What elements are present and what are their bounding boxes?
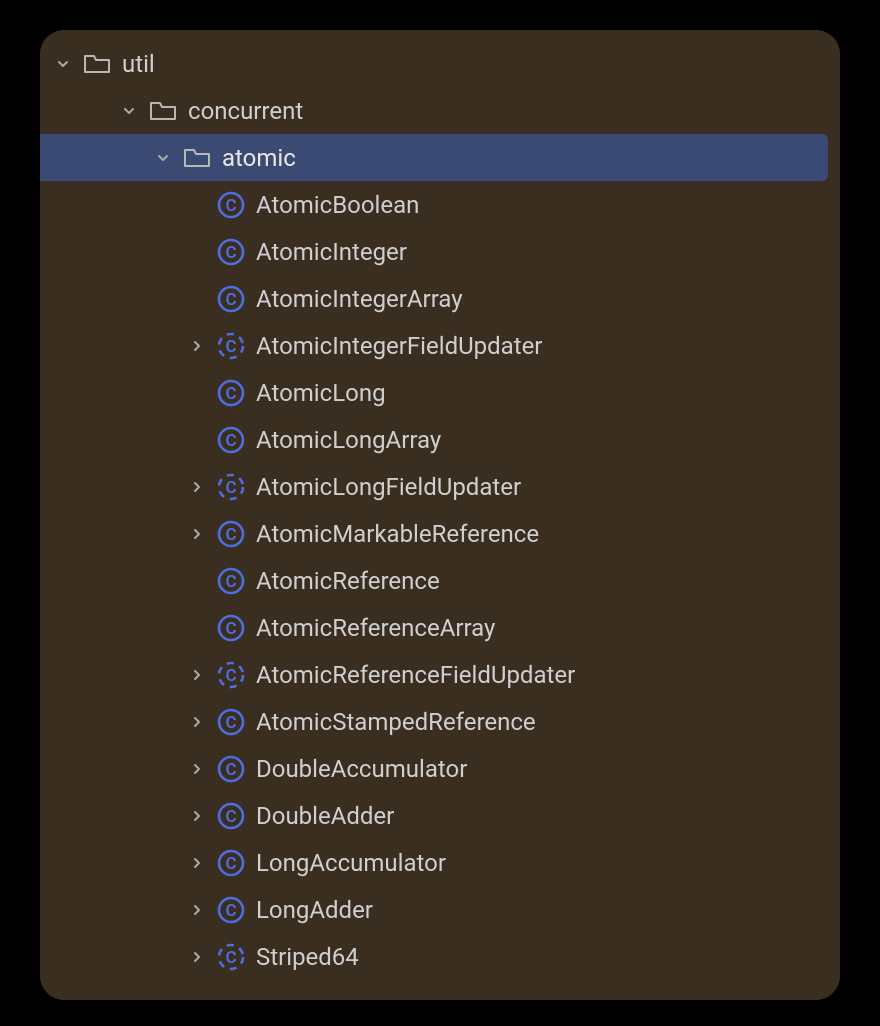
tree-folder-concurrent[interactable]: concurrent [40,87,840,134]
class-icon: C [214,848,248,878]
folder-icon [146,99,180,123]
tree-class-item[interactable]: C AtomicLongArray [40,416,840,463]
svg-text:C: C [225,854,236,874]
tree-item-label: util [122,50,840,78]
chevron-right-icon[interactable] [186,809,208,823]
tree-item-label: AtomicLongFieldUpdater [256,473,840,501]
tree-item-label: AtomicLongArray [256,426,840,454]
svg-text:C: C [225,619,236,639]
class-icon: C [214,707,248,737]
tree-class-item[interactable]: C DoubleAdder [40,792,840,839]
tree-item-label: AtomicBoolean [256,191,840,219]
tree-class-item[interactable]: C AtomicIntegerFieldUpdater [40,322,840,369]
tree-item-label: AtomicLong [256,379,840,407]
class-icon: C [214,801,248,831]
folder-icon [80,52,114,76]
tree-class-item[interactable]: C LongAccumulator [40,839,840,886]
tree-folder-util[interactable]: util [40,40,840,87]
chevron-down-icon[interactable] [118,104,140,118]
tree-class-item[interactable]: C AtomicBoolean [40,181,840,228]
tree-item-label: AtomicStampedReference [256,708,840,736]
tree-item-label: DoubleAccumulator [256,755,840,783]
chevron-right-icon[interactable] [186,480,208,494]
tree-class-item[interactable]: C LongAdder [40,886,840,933]
chevron-right-icon[interactable] [186,856,208,870]
chevron-right-icon[interactable] [186,903,208,917]
tree-class-item[interactable]: C AtomicReferenceArray [40,604,840,651]
class-icon: C [214,566,248,596]
chevron-down-icon[interactable] [152,151,174,165]
tree-item-label: atomic [222,144,828,172]
svg-text:C: C [225,290,236,310]
tree-folder-atomic[interactable]: atomic [40,134,828,181]
tree-class-item[interactable]: C AtomicReferenceFieldUpdater [40,651,840,698]
tree-item-label: LongAdder [256,896,840,924]
tree-class-item[interactable]: C AtomicMarkableReference [40,510,840,557]
chevron-right-icon[interactable] [186,339,208,353]
class-icon: C [214,425,248,455]
tree-item-label: Striped64 [256,943,840,971]
svg-text:C: C [225,572,236,592]
svg-text:C: C [225,713,236,733]
project-tree-panel: util concurrent atomic C AtomicBoolean C At… [40,30,840,1000]
svg-text:C: C [225,760,236,780]
class-icon: C [214,237,248,267]
tree-item-label: AtomicInteger [256,238,840,266]
tree-class-item[interactable]: C AtomicLong [40,369,840,416]
class-icon: C [214,472,248,502]
chevron-right-icon[interactable] [186,950,208,964]
chevron-right-icon[interactable] [186,715,208,729]
tree-item-label: AtomicReferenceArray [256,614,840,642]
chevron-right-icon[interactable] [186,668,208,682]
class-icon: C [214,660,248,690]
tree-class-item[interactable]: C AtomicReference [40,557,840,604]
class-icon: C [214,378,248,408]
chevron-down-icon[interactable] [52,57,74,71]
svg-text:C: C [225,337,236,357]
class-icon: C [214,190,248,220]
class-icon: C [214,613,248,643]
svg-text:C: C [225,196,236,216]
tree-item-label: DoubleAdder [256,802,840,830]
tree-item-label: AtomicIntegerFieldUpdater [256,332,840,360]
class-icon: C [214,895,248,925]
tree-class-item[interactable]: C AtomicLongFieldUpdater [40,463,840,510]
tree-item-label: AtomicReferenceFieldUpdater [256,661,840,689]
tree-item-label: LongAccumulator [256,849,840,877]
class-icon: C [214,754,248,784]
svg-text:C: C [225,243,236,263]
tree-item-label: AtomicReference [256,567,840,595]
class-icon: C [214,331,248,361]
class-icon: C [214,284,248,314]
svg-text:C: C [225,478,236,498]
svg-text:C: C [225,807,236,827]
tree-class-item[interactable]: C AtomicInteger [40,228,840,275]
chevron-right-icon[interactable] [186,527,208,541]
tree-item-label: AtomicIntegerArray [256,285,840,313]
folder-icon [180,146,214,170]
tree-class-items: C AtomicBoolean C AtomicInteger C AtomicInteg… [40,181,840,980]
svg-text:C: C [225,948,236,968]
chevron-right-icon[interactable] [186,762,208,776]
svg-text:C: C [225,431,236,451]
class-icon: C [214,942,248,972]
svg-text:C: C [225,525,236,545]
tree-class-item[interactable]: C AtomicIntegerArray [40,275,840,322]
class-icon: C [214,519,248,549]
tree-class-item[interactable]: C AtomicStampedReference [40,698,840,745]
tree-class-item[interactable]: C DoubleAccumulator [40,745,840,792]
tree-class-item[interactable]: C Striped64 [40,933,840,980]
svg-text:C: C [225,901,236,921]
tree-item-label: concurrent [188,97,840,125]
tree-item-label: AtomicMarkableReference [256,520,840,548]
svg-text:C: C [225,666,236,686]
svg-text:C: C [225,384,236,404]
